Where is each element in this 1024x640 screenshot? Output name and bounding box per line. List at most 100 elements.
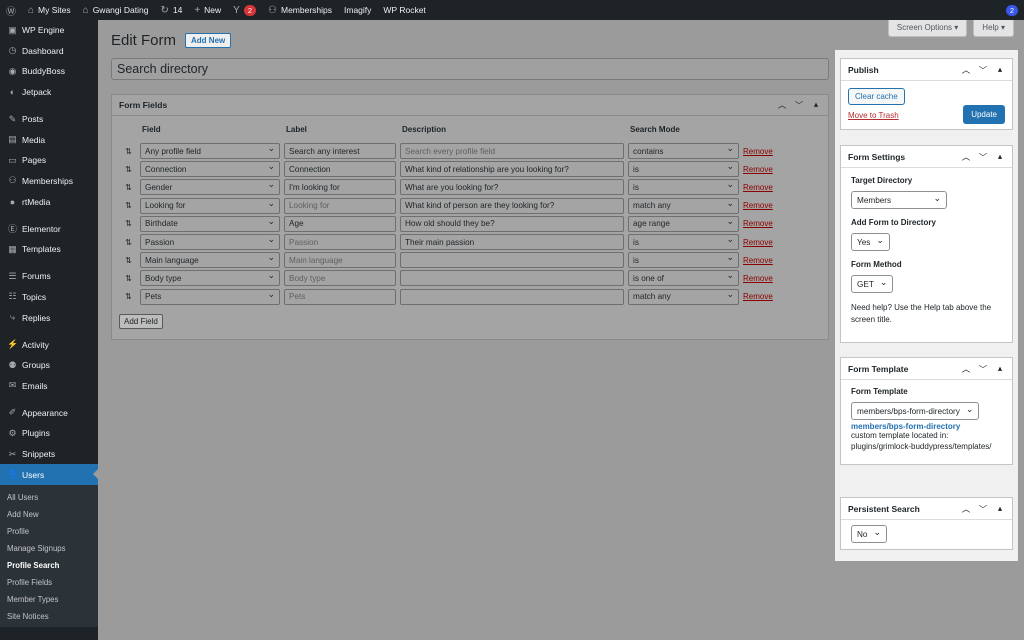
sidebar-item-pages[interactable]: ▭ Pages bbox=[0, 150, 98, 171]
search-mode-select[interactable]: match any bbox=[628, 197, 739, 214]
sidebar-item-jetpack[interactable]: ◐ Jetpack bbox=[0, 82, 98, 103]
remove-link[interactable]: Remove bbox=[743, 256, 773, 265]
add-new-button[interactable]: Add New bbox=[185, 33, 232, 48]
label-input[interactable]: Body type bbox=[284, 270, 396, 287]
sidebar-item-plugins[interactable]: ⚙ Plugins bbox=[0, 423, 98, 444]
description-input[interactable] bbox=[400, 270, 624, 287]
label-input[interactable]: Looking for bbox=[284, 197, 396, 214]
description-input[interactable]: Search every profile field bbox=[400, 143, 624, 160]
search-mode-select[interactable]: is bbox=[628, 161, 739, 178]
help-button[interactable]: Help ▾ bbox=[973, 20, 1014, 37]
move-up-icon[interactable]: ︿ bbox=[961, 64, 971, 76]
move-down-icon[interactable]: ﹀ bbox=[978, 151, 988, 163]
search-mode-select[interactable]: contains bbox=[628, 143, 739, 160]
new-content-menu[interactable]: + New bbox=[188, 0, 227, 20]
sidebar-item-appearance[interactable]: ✐ Appearance bbox=[0, 403, 98, 424]
search-mode-select[interactable]: is bbox=[628, 234, 739, 251]
yoast-menu[interactable]: Y2 bbox=[227, 0, 262, 20]
toggle-panel-icon[interactable]: ▴ bbox=[995, 151, 1005, 163]
remove-link[interactable]: Remove bbox=[743, 165, 773, 174]
description-input[interactable]: What kind of person are they looking for… bbox=[400, 197, 624, 214]
wordpress-logo-icon[interactable]: Ⓦ bbox=[0, 0, 22, 20]
drag-handle-icon[interactable]: ⇅ bbox=[117, 165, 140, 174]
label-input[interactable]: Age bbox=[284, 215, 396, 232]
search-mode-select[interactable]: match any bbox=[628, 288, 739, 305]
sidebar-item-activity[interactable]: ⚡ Activity bbox=[0, 334, 98, 355]
wp-rocket-menu[interactable]: WP Rocket bbox=[377, 0, 431, 20]
add-to-directory-select[interactable]: Yes ⌄ bbox=[851, 233, 890, 251]
target-directory-select[interactable]: Members ⌄ bbox=[851, 191, 947, 209]
field-select[interactable]: Birthdate bbox=[140, 215, 280, 232]
submenu-item-profile-fields[interactable]: Profile Fields bbox=[0, 574, 98, 591]
notifications-menu[interactable]: 2 bbox=[1000, 0, 1024, 20]
search-mode-select[interactable]: age range bbox=[628, 215, 739, 232]
sidebar-item-posts[interactable]: ✎ Posts bbox=[0, 109, 98, 130]
sidebar-item-emails[interactable]: ✉ Emails bbox=[0, 376, 98, 397]
memberships-menu[interactable]: ⚇ Memberships bbox=[262, 0, 338, 20]
drag-handle-icon[interactable]: ⇅ bbox=[117, 147, 140, 156]
sidebar-item-wp-engine[interactable]: ▣ WP Engine bbox=[0, 20, 98, 41]
toggle-panel-icon[interactable]: ▴ bbox=[995, 503, 1005, 515]
drag-handle-icon[interactable]: ⇅ bbox=[117, 238, 140, 247]
search-mode-select[interactable]: is one of bbox=[628, 270, 739, 287]
label-input[interactable]: Pets bbox=[284, 288, 396, 305]
sidebar-item-media[interactable]: ▤ Media bbox=[0, 129, 98, 150]
sidebar-item-memberships[interactable]: ⚇ Memberships bbox=[0, 171, 98, 192]
move-up-icon[interactable]: ︿ bbox=[777, 99, 787, 111]
remove-link[interactable]: Remove bbox=[743, 274, 773, 283]
persistent-search-select[interactable]: No ⌄ bbox=[851, 525, 888, 543]
drag-handle-icon[interactable]: ⇅ bbox=[117, 219, 140, 228]
label-input[interactable]: Search any interest bbox=[284, 143, 396, 160]
remove-link[interactable]: Remove bbox=[743, 238, 773, 247]
move-up-icon[interactable]: ︿ bbox=[961, 151, 971, 163]
site-name-menu[interactable]: ⌂ Gwangi Dating bbox=[77, 0, 155, 20]
add-field-button[interactable]: Add Field bbox=[119, 313, 163, 329]
sidebar-item-users[interactable]: 👤 Users bbox=[0, 464, 98, 485]
field-select[interactable]: Gender bbox=[140, 179, 280, 196]
drag-handle-icon[interactable]: ⇅ bbox=[117, 201, 140, 210]
remove-link[interactable]: Remove bbox=[743, 219, 773, 228]
move-down-icon[interactable]: ﹀ bbox=[978, 363, 988, 375]
field-select[interactable]: Connection bbox=[140, 161, 280, 178]
submenu-item-profile-search[interactable]: Profile Search bbox=[0, 557, 98, 574]
sidebar-item-elementor[interactable]: Ⓔ Elementor bbox=[0, 218, 98, 239]
toggle-panel-icon[interactable]: ▴ bbox=[995, 64, 1005, 76]
move-down-icon[interactable]: ﹀ bbox=[978, 503, 988, 515]
description-input[interactable] bbox=[400, 288, 624, 305]
update-button[interactable]: Update bbox=[963, 105, 1005, 124]
clear-cache-button[interactable]: Clear cache bbox=[848, 88, 905, 105]
drag-handle-icon[interactable]: ⇅ bbox=[117, 183, 140, 192]
remove-link[interactable]: Remove bbox=[743, 201, 773, 210]
description-input[interactable] bbox=[400, 252, 624, 269]
drag-handle-icon[interactable]: ⇅ bbox=[117, 256, 140, 265]
sidebar-item-forums[interactable]: ☰ Forums bbox=[0, 266, 98, 287]
description-input[interactable]: What are you looking for? bbox=[400, 179, 624, 196]
sidebar-item-rtmedia[interactable]: ● rtMedia bbox=[0, 191, 98, 212]
drag-handle-icon[interactable]: ⇅ bbox=[117, 274, 140, 283]
sidebar-item-dashboard[interactable]: ◷ Dashboard bbox=[0, 41, 98, 62]
submenu-item-member-types[interactable]: Member Types bbox=[0, 591, 98, 608]
submenu-item-profile[interactable]: Profile bbox=[0, 523, 98, 540]
move-to-trash-link[interactable]: Move to Trash bbox=[848, 111, 899, 120]
move-down-icon[interactable]: ﹀ bbox=[978, 64, 988, 76]
label-input[interactable]: Main language bbox=[284, 252, 396, 269]
submenu-item-all-users[interactable]: All Users bbox=[0, 489, 98, 506]
sidebar-item-snippets[interactable]: ✂ Snippets bbox=[0, 444, 98, 465]
move-down-icon[interactable]: ﹀ bbox=[794, 99, 804, 111]
submenu-item-add-new[interactable]: Add New bbox=[0, 506, 98, 523]
toggle-panel-icon[interactable]: ▴ bbox=[995, 363, 1005, 375]
move-up-icon[interactable]: ︿ bbox=[961, 363, 971, 375]
drag-handle-icon[interactable]: ⇅ bbox=[117, 292, 140, 301]
sidebar-item-templates[interactable]: ▦ Templates bbox=[0, 239, 98, 260]
move-up-icon[interactable]: ︿ bbox=[961, 503, 971, 515]
form-title-input[interactable]: Search directory bbox=[111, 58, 829, 80]
submenu-item-site-notices[interactable]: Site Notices bbox=[0, 608, 98, 625]
search-mode-select[interactable]: is bbox=[628, 252, 739, 269]
field-select[interactable]: Passion bbox=[140, 234, 280, 251]
form-template-select[interactable]: members/bps-form-directory ⌄ bbox=[851, 402, 980, 420]
sidebar-item-replies[interactable]: ⤷ Replies bbox=[0, 307, 98, 328]
sidebar-item-groups[interactable]: ⚉ Groups bbox=[0, 355, 98, 376]
label-input[interactable]: I'm looking for bbox=[284, 179, 396, 196]
search-mode-select[interactable]: is bbox=[628, 179, 739, 196]
field-select[interactable]: Pets bbox=[140, 288, 280, 305]
